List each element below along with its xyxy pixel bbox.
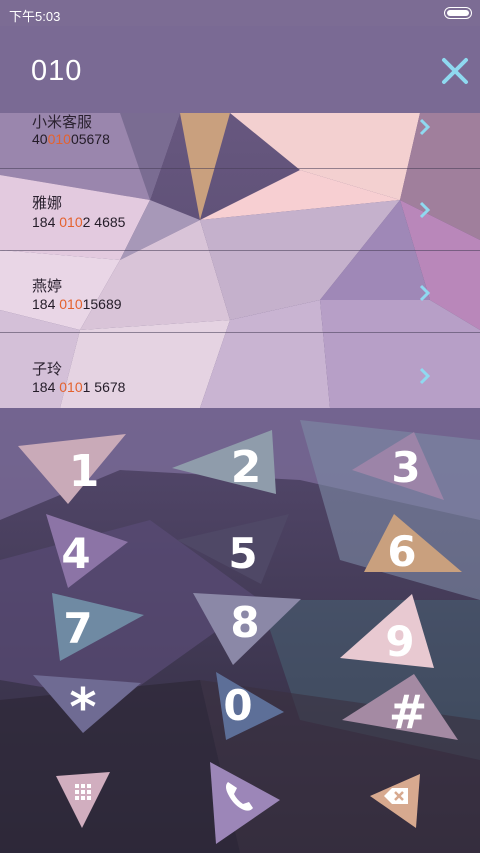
svg-text:8: 8 xyxy=(230,598,259,647)
contact-name: 小米客服 xyxy=(32,114,93,131)
key-2[interactable]: 2 xyxy=(172,430,282,500)
dial-input[interactable]: 010 xyxy=(31,55,82,88)
list-item[interactable]: 燕婷 184 01015689 xyxy=(0,251,480,333)
dialpad-icon xyxy=(75,784,91,800)
contact-number: 184 0102 4685 xyxy=(32,214,126,230)
chevron-right-icon xyxy=(419,118,431,136)
svg-text:2: 2 xyxy=(231,442,262,493)
svg-text:9: 9 xyxy=(385,617,414,666)
svg-text:1: 1 xyxy=(69,446,100,497)
list-item[interactable]: 雅娜 184 0102 4685 xyxy=(0,169,480,251)
chevron-right-icon xyxy=(419,284,431,302)
chevron-right-icon xyxy=(419,367,431,385)
backspace-button[interactable] xyxy=(370,774,430,830)
key-0[interactable]: 0 xyxy=(214,672,288,742)
svg-text:7: 7 xyxy=(63,604,92,653)
contact-name: 雅娜 xyxy=(32,195,63,212)
svg-text:*: * xyxy=(69,678,96,738)
close-button[interactable] xyxy=(436,52,474,90)
search-results: 小米客服 4001005678 雅娜 184 0102 4685 燕婷 184 … xyxy=(0,113,480,407)
key-hash[interactable]: # xyxy=(342,674,460,742)
contact-number: 4001005678 xyxy=(32,131,110,147)
svg-text:0: 0 xyxy=(223,681,252,730)
contact-number: 184 01015689 xyxy=(32,296,122,312)
chevron-right-icon xyxy=(419,201,431,219)
call-button[interactable] xyxy=(210,760,284,850)
contact-number: 184 0101 5678 xyxy=(32,379,126,395)
key-9[interactable]: 9 xyxy=(340,594,436,670)
svg-text:6: 6 xyxy=(387,527,416,576)
key-1[interactable]: 1 xyxy=(18,434,128,506)
status-time: 下午5:03 xyxy=(9,9,61,24)
dialpad-toggle-button[interactable] xyxy=(56,772,112,830)
key-8[interactable]: 8 xyxy=(193,593,303,667)
key-5[interactable]: 5 xyxy=(177,514,293,586)
svg-text:4: 4 xyxy=(61,529,90,578)
status-bar: 下午5:03 xyxy=(0,0,480,26)
list-item[interactable]: 小米客服 4001005678 xyxy=(0,87,480,169)
battery-icon xyxy=(444,7,472,19)
contact-name: 燕婷 xyxy=(32,278,63,295)
svg-text:3: 3 xyxy=(391,443,420,492)
svg-text:#: # xyxy=(389,685,428,739)
contact-name: 子玲 xyxy=(32,361,63,378)
key-7[interactable]: 7 xyxy=(52,593,148,663)
list-item[interactable]: 子玲 184 0101 5678 xyxy=(0,333,480,415)
svg-text:5: 5 xyxy=(228,529,257,578)
key-4[interactable]: 4 xyxy=(46,514,136,590)
close-icon xyxy=(442,58,468,84)
key-6[interactable]: 6 xyxy=(364,514,464,576)
key-star[interactable]: * xyxy=(33,675,143,738)
key-3[interactable]: 3 xyxy=(352,432,452,504)
